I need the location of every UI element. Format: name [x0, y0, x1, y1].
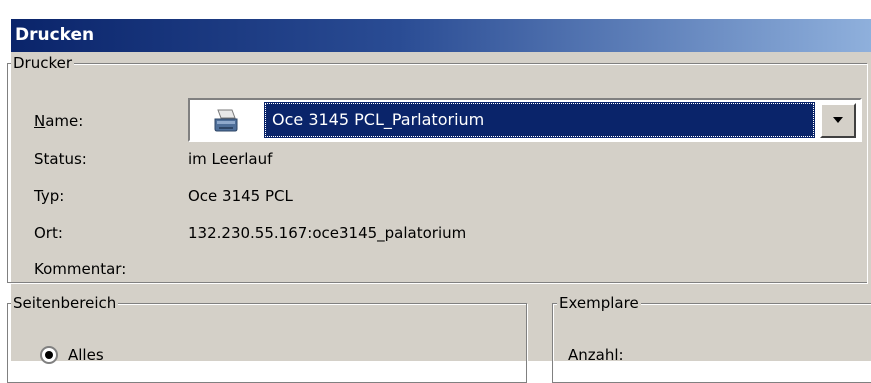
status-value: im Leerlauf: [188, 150, 273, 168]
status-label: Status:: [34, 150, 87, 168]
page-range-legend: Seitenbereich: [11, 294, 119, 312]
window-title: Drucken: [15, 25, 95, 45]
page-range-all-radio[interactable]: [40, 346, 58, 364]
copies-group: Exemplare: [552, 294, 871, 383]
printer-name-select[interactable]: Oce 3145 PCL_Parlatorium: [188, 98, 862, 142]
printer-selected-text: Oce 3145 PCL_Parlatorium: [272, 110, 485, 129]
name-label: Name:: [34, 112, 83, 130]
title-bar[interactable]: Drucken: [11, 19, 871, 52]
printer-group: Drucker: [7, 54, 867, 283]
copies-legend: Exemplare: [557, 294, 641, 312]
type-label: Typ:: [34, 187, 65, 205]
type-value: Oce 3145 PCL: [188, 187, 293, 205]
printer-dropdown-button[interactable]: [820, 103, 856, 138]
page-range-all-label: Alles: [68, 346, 104, 364]
comment-label: Kommentar:: [34, 260, 127, 278]
radio-dot: [45, 351, 53, 359]
printer-selected-item[interactable]: Oce 3145 PCL_Parlatorium: [264, 102, 815, 138]
name-label-accesskey: N: [34, 112, 46, 130]
location-label: Ort:: [34, 224, 63, 242]
name-label-rest: ame:: [45, 112, 84, 130]
printer-icon: [214, 109, 238, 132]
copies-count-label: Anzahl:: [568, 346, 624, 364]
chevron-down-icon: [833, 117, 843, 123]
printer-group-legend: Drucker: [11, 54, 75, 72]
location-value: 132.230.55.167:oce3145_palatorium: [188, 224, 467, 242]
page-range-group: Seitenbereich: [7, 294, 527, 383]
